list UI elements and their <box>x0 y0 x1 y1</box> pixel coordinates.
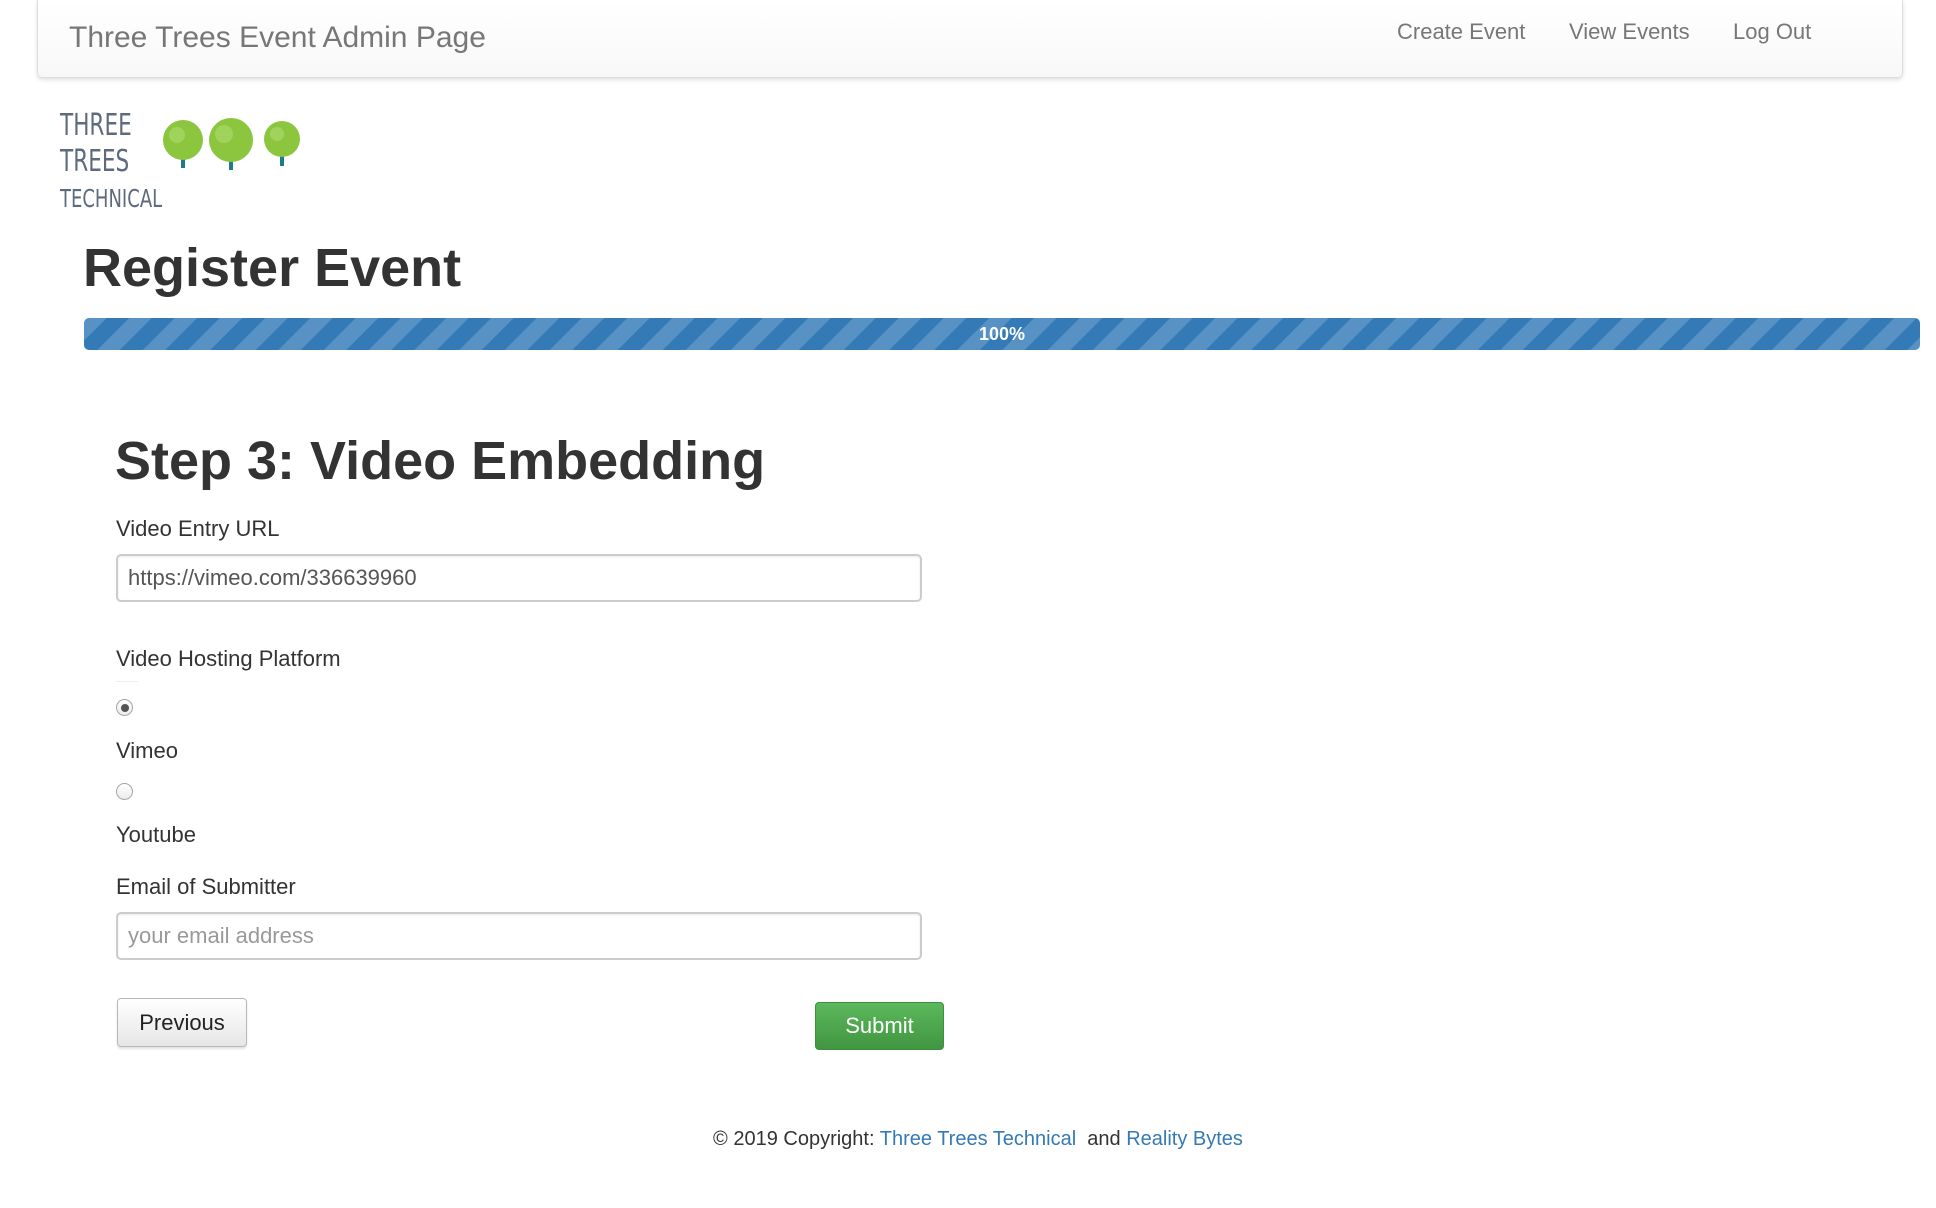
navbar-brand[interactable]: Three Trees Event Admin Page <box>69 21 486 55</box>
step-title: Step 3: Video Embedding <box>115 431 766 491</box>
nav-log-out-link[interactable]: Log Out <box>1733 19 1811 45</box>
video-url-input[interactable] <box>116 554 922 602</box>
footer-joiner: and <box>1087 1128 1121 1150</box>
page-title: Register Event <box>83 238 462 298</box>
logo-line-1: THREE <box>60 108 132 143</box>
company-logo: THREE TREES TECHNICAL <box>58 108 308 218</box>
vimeo-radio[interactable] <box>116 699 133 716</box>
footer: © 2019 Copyright: Three Trees Technical … <box>0 1128 1936 1151</box>
logo-line-3: TECHNICAL <box>60 184 163 213</box>
submit-button[interactable]: Submit <box>815 1002 944 1050</box>
video-url-label: Video Entry URL <box>116 516 280 541</box>
progress-track: 100% <box>84 318 1920 350</box>
email-input[interactable] <box>116 912 922 960</box>
logo-line-2: TREES <box>60 144 130 179</box>
platform-label: Video Hosting Platform <box>116 646 341 671</box>
tree-icon <box>264 121 300 166</box>
youtube-option-label[interactable]: Youtube <box>116 822 196 848</box>
top-navbar: Three Trees Event Admin Page Create Even… <box>37 0 1903 78</box>
previous-button[interactable]: Previous <box>117 998 247 1047</box>
footer-link-three-trees[interactable]: Three Trees Technical <box>880 1128 1076 1150</box>
footer-link-reality-bytes[interactable]: Reality Bytes <box>1126 1128 1243 1150</box>
vimeo-option-label[interactable]: Vimeo <box>116 738 178 764</box>
trees-icon <box>163 118 300 170</box>
tree-icon <box>209 118 253 170</box>
platform-divider <box>116 681 138 682</box>
nav-create-event-link[interactable]: Create Event <box>1397 19 1525 45</box>
youtube-radio[interactable] <box>116 783 133 800</box>
email-label: Email of Submitter <box>116 874 296 899</box>
nav-view-events-link[interactable]: View Events <box>1569 19 1690 45</box>
progress-bar: 100% <box>84 318 1920 350</box>
tree-icon <box>163 120 203 168</box>
footer-copyright: © 2019 Copyright: <box>713 1128 880 1150</box>
